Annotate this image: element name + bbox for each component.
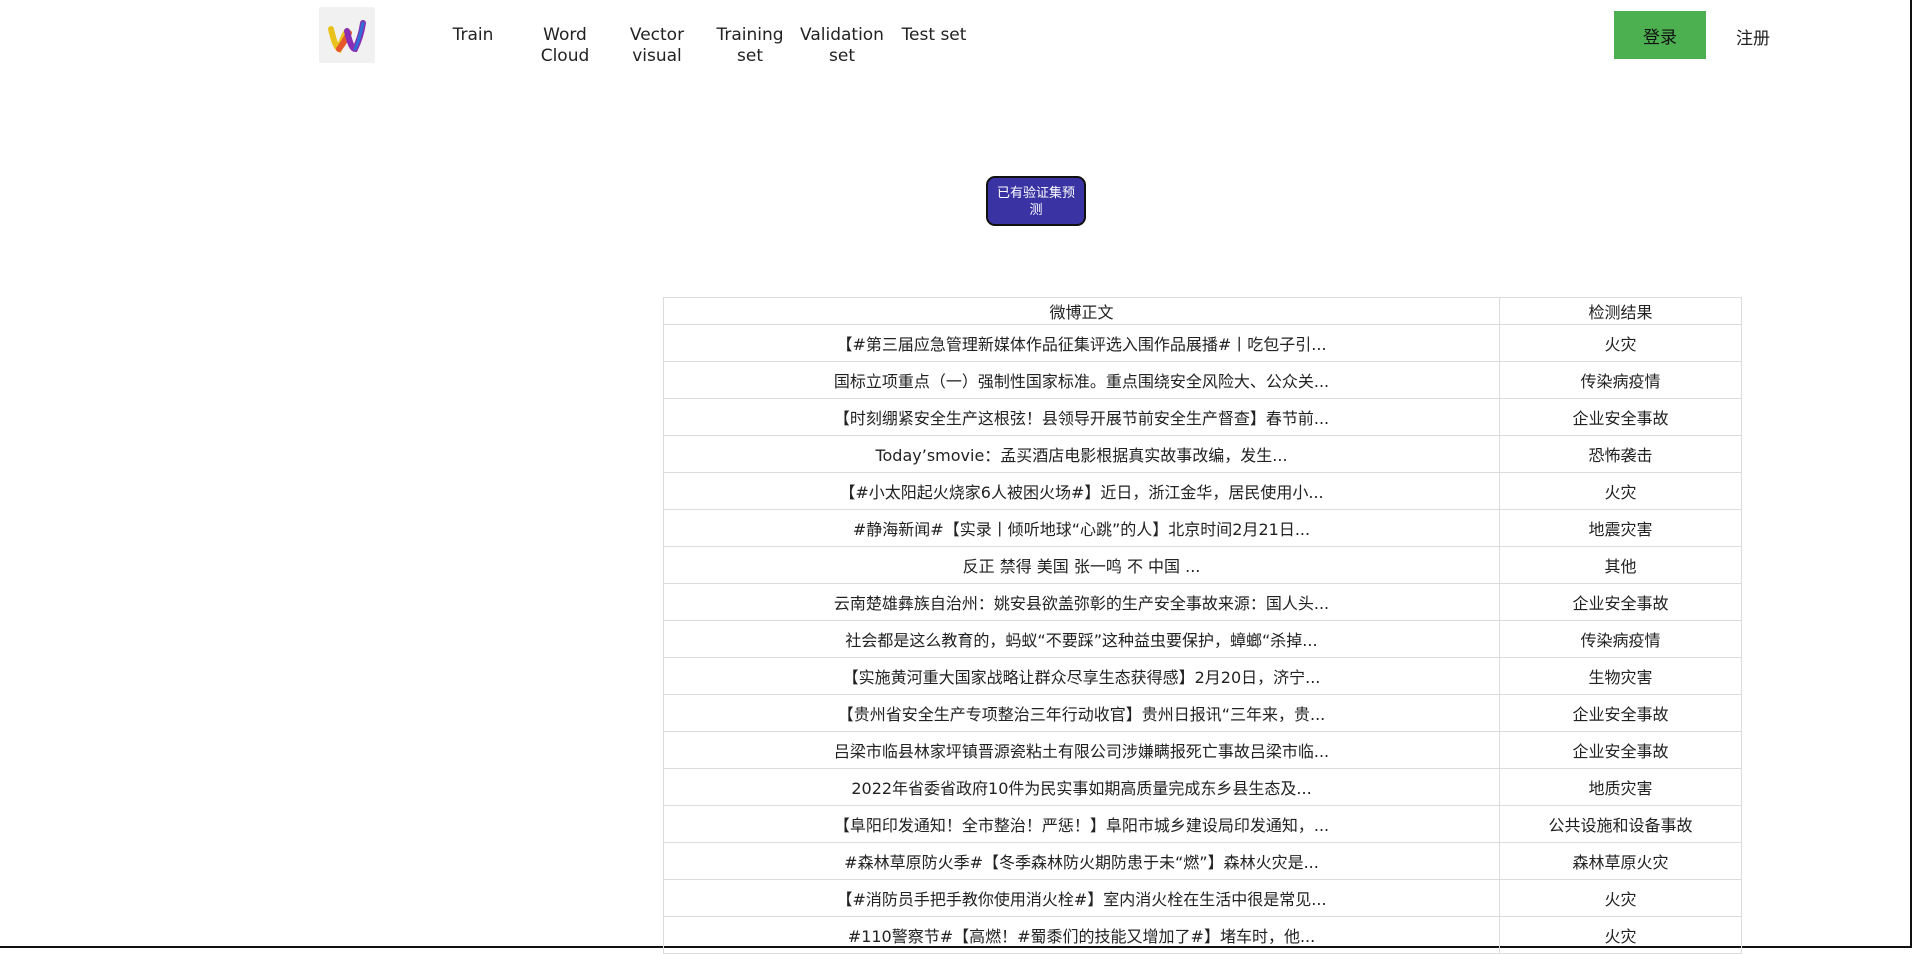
table-row: 云南楚雄彝族自治州：姚安县欲盖弥彰的生产安全事故来源：国人头... 企业安全事故	[663, 583, 1742, 621]
table-row: 【#消防员手把手教你使用消火栓#】室内消火栓在生活中很是常见... 火灾	[663, 879, 1742, 917]
table-row: 吕梁市临县林家坪镇晋源瓷粘土有限公司涉嫌瞒报死亡事故吕梁市临... 企业安全事故	[663, 731, 1742, 769]
table-row: 【贵州省安全生产专项整治三年行动收官】贵州日报讯“三年来，贵... 企业安全事故	[663, 694, 1742, 732]
table-row: 【时刻绷紧安全生产这根弦！县领导开展节前安全生产督查】春节前... 企业安全事故	[663, 398, 1742, 436]
table-row: #110警察节#【高燃！#蜀黍们的技能又增加了#】堵车时，他... 火灾	[663, 916, 1742, 954]
nav-vector-visual-label: Vector visual	[629, 25, 685, 66]
table-row: 社会都是这么教育的，蚂蚁“不要踩”这种益虫要保护，蟑螂“杀掉... 传染病疫情	[663, 620, 1742, 658]
detection-result-cell: 传染病疫情	[1499, 620, 1742, 658]
weibo-text-cell: 吕梁市临县林家坪镇晋源瓷粘土有限公司涉嫌瞒报死亡事故吕梁市临...	[663, 731, 1500, 769]
weibo-text-cell: 【#第三届应急管理新媒体作品征集评选入围作品展播#丨吃包子引...	[663, 324, 1500, 362]
detection-result-cell: 其他	[1499, 546, 1742, 584]
detection-result-cell: 恐怖袭击	[1499, 435, 1742, 473]
weibo-text-cell: 社会都是这么教育的，蚂蚁“不要踩”这种益虫要保护，蟑螂“杀掉...	[663, 620, 1500, 658]
detection-result-cell: 企业安全事故	[1499, 731, 1742, 769]
nav-test-set-label: Test set	[901, 25, 967, 45]
table-row: 【阜阳印发通知！全市整治！严惩！】阜阳市城乡建设局印发通知，... 公共设施和设备…	[663, 805, 1742, 843]
nav-training-set-label: Training set	[716, 25, 784, 66]
detection-result-cell: 火灾	[1499, 472, 1742, 510]
detection-result-cell: 地质灾害	[1499, 768, 1742, 806]
weibo-text-cell: 【#消防员手把手教你使用消火栓#】室内消火栓在生活中很是常见...	[663, 879, 1500, 917]
login-button[interactable]: 登录	[1614, 11, 1706, 59]
nav-train[interactable]: Train	[428, 25, 518, 46]
detection-result-cell: 地震灾害	[1499, 509, 1742, 547]
nav-train-label: Train	[452, 25, 494, 45]
detection-result-cell: 企业安全事故	[1499, 583, 1742, 621]
weibo-text-cell: 云南楚雄彝族自治州：姚安县欲盖弥彰的生产安全事故来源：国人头...	[663, 583, 1500, 621]
detection-result-cell: 企业安全事故	[1499, 398, 1742, 436]
nav-word-cloud-label: Word Cloud	[540, 25, 590, 66]
detection-result-cell: 森林草原火灾	[1499, 842, 1742, 880]
register-link[interactable]: 注册	[1736, 24, 1770, 49]
table-row: #森林草原防火季#【冬季森林防火期防患于未“燃”】森林火灾是... 森林草原火灾	[663, 842, 1742, 880]
detection-result-cell: 火灾	[1499, 916, 1742, 954]
detection-result-cell: 企业安全事故	[1499, 694, 1742, 732]
detection-result-cell: 传染病疫情	[1499, 361, 1742, 399]
table-row: 反正 禁得 美国 张一鸣 不 中国 ... 其他	[663, 546, 1742, 584]
weibo-text-cell: #静海新闻#【实录丨倾听地球“心跳”的人】北京时间2月21日...	[663, 509, 1500, 547]
weibo-text-cell: 【时刻绷紧安全生产这根弦！县领导开展节前安全生产督查】春节前...	[663, 398, 1500, 436]
table-row: Today’smovie：孟买酒店电影根据真实故事改编，发生... 恐怖袭击	[663, 435, 1742, 473]
validation-predict-button[interactable]: 已有验证集预测	[986, 176, 1086, 226]
app-logo[interactable]	[319, 7, 375, 63]
results-table: 微博正文 检测结果 【#第三届应急管理新媒体作品征集评选入围作品展播#丨吃包子引…	[663, 297, 1742, 954]
table-row: 【实施黄河重大国家战略让群众尽享生态获得感】2月20日，济宁... 生物灾害	[663, 657, 1742, 695]
table-row: 【#第三届应急管理新媒体作品征集评选入围作品展播#丨吃包子引... 火灾	[663, 324, 1742, 362]
nav-validation-set-label: Validation set	[800, 25, 884, 66]
weibo-text-cell: 【阜阳印发通知！全市整治！严惩！】阜阳市城乡建设局印发通知，...	[663, 805, 1500, 843]
detection-result-cell: 公共设施和设备事故	[1499, 805, 1742, 843]
nav-word-cloud[interactable]: Word Cloud	[520, 25, 610, 67]
weibo-text-cell: 【实施黄河重大国家战略让群众尽享生态获得感】2月20日，济宁...	[663, 657, 1500, 695]
table-row: 国标立项重点（一）强制性国家标准。重点围绕安全风险大、公众关... 传染病疫情	[663, 361, 1742, 399]
table-row: 2022年省委省政府10件为民实事如期高质量完成东乡县生态及... 地质灾害	[663, 768, 1742, 806]
column-header-weibo-text: 微博正文	[663, 297, 1500, 325]
detection-result-cell: 生物灾害	[1499, 657, 1742, 695]
nav-validation-set[interactable]: Validation set	[797, 25, 887, 67]
logo-w-icon	[328, 20, 366, 54]
weibo-text-cell: #110警察节#【高燃！#蜀黍们的技能又增加了#】堵车时，他...	[663, 916, 1500, 954]
weibo-text-cell: 2022年省委省政府10件为民实事如期高质量完成东乡县生态及...	[663, 768, 1500, 806]
table-row: #静海新闻#【实录丨倾听地球“心跳”的人】北京时间2月21日... 地震灾害	[663, 509, 1742, 547]
table-header-row: 微博正文 检测结果	[663, 297, 1742, 325]
weibo-text-cell: 【贵州省安全生产专项整治三年行动收官】贵州日报讯“三年来，贵...	[663, 694, 1500, 732]
nav-training-set[interactable]: Training set	[705, 25, 795, 67]
detection-result-cell: 火灾	[1499, 879, 1742, 917]
column-header-detection-result: 检测结果	[1499, 297, 1742, 325]
weibo-text-cell: Today’smovie：孟买酒店电影根据真实故事改编，发生...	[663, 435, 1500, 473]
nav-vector-visual[interactable]: Vector visual	[612, 25, 702, 67]
weibo-text-cell: 反正 禁得 美国 张一鸣 不 中国 ...	[663, 546, 1500, 584]
nav-test-set[interactable]: Test set	[889, 25, 979, 46]
weibo-text-cell: #森林草原防火季#【冬季森林防火期防患于未“燃”】森林火灾是...	[663, 842, 1500, 880]
weibo-text-cell: 国标立项重点（一）强制性国家标准。重点围绕安全风险大、公众关...	[663, 361, 1500, 399]
detection-result-cell: 火灾	[1499, 324, 1742, 362]
table-row: 【#小太阳起火烧家6人被困火场#】近日，浙江金华，居民使用小... 火灾	[663, 472, 1742, 510]
weibo-text-cell: 【#小太阳起火烧家6人被困火场#】近日，浙江金华，居民使用小...	[663, 472, 1500, 510]
